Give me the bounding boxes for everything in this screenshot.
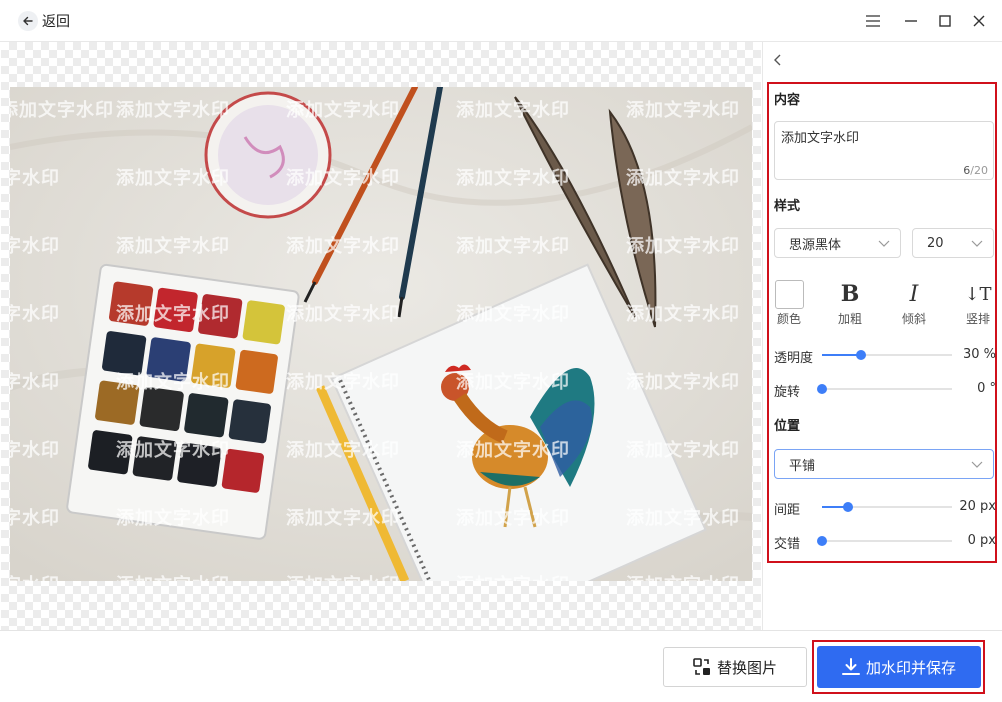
vertical-text-button[interactable]: ↓T 竖排	[958, 279, 998, 327]
opacity-label: 透明度	[774, 351, 814, 366]
bold-label: 加粗	[837, 312, 862, 326]
rotation-slider-row: 旋转 0 °	[774, 379, 996, 400]
char-counter: 6/20	[963, 164, 988, 177]
chevron-down-icon	[878, 240, 890, 247]
minimize-icon[interactable]	[901, 11, 921, 31]
italic-icon: I	[909, 281, 919, 307]
watermark-text-input[interactable]: 添加文字水印 6/20	[774, 121, 994, 180]
add-watermark-save-button[interactable]: 加水印并保存	[817, 646, 981, 688]
close-icon[interactable]	[969, 11, 989, 31]
spacing-slider[interactable]	[822, 502, 952, 512]
watermark-text-value: 添加文字水印	[781, 131, 860, 146]
stagger-label: 交错	[774, 537, 801, 552]
rotation-value: 0 °	[977, 381, 996, 396]
char-count-max: 20	[974, 164, 988, 177]
maximize-icon[interactable]	[935, 11, 955, 31]
stagger-slider-thumb[interactable]	[817, 536, 827, 546]
position-mode-value: 平铺	[789, 458, 816, 474]
italic-label: 倾斜	[901, 312, 926, 326]
font-family-select[interactable]: 思源黑体	[774, 228, 901, 258]
content-section-title: 内容	[774, 93, 801, 108]
stagger-slider[interactable]	[817, 536, 952, 546]
stagger-slider-row: 交错 0 px	[774, 531, 996, 552]
title-bar: 返回	[0, 0, 1002, 42]
color-swatch	[774, 279, 804, 309]
painting-photo	[10, 87, 752, 581]
font-family-value: 思源黑体	[789, 237, 842, 253]
spacing-value: 20 px	[959, 499, 996, 514]
chevron-left-icon[interactable]	[769, 52, 785, 68]
spacing-slider-row: 间距 20 px	[774, 497, 996, 518]
preview-canvas: 添加文字水印 添加文字水印 添加文字水印 添加文字水印 添加文字水印 添加文字水…	[1, 42, 761, 630]
download-icon	[841, 658, 860, 675]
add-watermark-save-label: 加水印并保存	[865, 658, 956, 677]
rotation-label: 旋转	[774, 385, 801, 400]
opacity-slider-row: 透明度 30 %	[774, 345, 996, 366]
menu-icon[interactable]	[863, 11, 883, 31]
font-size-select[interactable]: 20	[912, 228, 994, 258]
bold-icon: B	[840, 281, 860, 307]
back-label: 返回	[42, 14, 70, 30]
chevron-down-icon	[971, 240, 983, 247]
settings-panel: 内容 添加文字水印 6/20 样式 思源黑体 20 颜色 B 加粗 I 倾斜 ↓…	[762, 42, 1002, 630]
position-section-title: 位置	[774, 419, 801, 434]
stagger-value: 0 px	[967, 533, 996, 548]
position-mode-select[interactable]: 平铺	[774, 449, 994, 479]
opacity-slider[interactable]	[822, 350, 952, 360]
spacing-slider-thumb[interactable]	[843, 502, 853, 512]
vertical-text-label: 竖排	[965, 312, 990, 326]
style-section-title: 样式	[774, 199, 801, 214]
vertical-text-icon: ↓T	[964, 283, 992, 305]
rotation-slider-thumb[interactable]	[817, 384, 827, 394]
footer-bar: 替换图片 加水印并保存	[0, 630, 1002, 702]
color-label: 颜色	[776, 312, 801, 326]
italic-button[interactable]: I 倾斜	[894, 279, 934, 327]
chevron-down-icon	[971, 461, 983, 468]
replace-image-label: 替换图片	[716, 658, 777, 677]
opacity-slider-thumb[interactable]	[856, 350, 866, 360]
rotation-slider[interactable]	[817, 384, 952, 394]
replace-image-icon	[693, 658, 710, 675]
font-size-value: 20	[927, 235, 944, 251]
opacity-value: 30 %	[962, 347, 996, 362]
back-arrow-icon	[18, 11, 38, 31]
bold-button[interactable]: B 加粗	[830, 279, 870, 327]
replace-image-button[interactable]: 替换图片	[663, 647, 807, 687]
preview-image: 添加文字水印 添加文字水印 添加文字水印 添加文字水印 添加文字水印 添加文字水…	[10, 87, 752, 581]
spacing-label: 间距	[774, 503, 801, 518]
color-picker-button[interactable]: 颜色	[769, 279, 809, 327]
back-button[interactable]: 返回	[18, 10, 70, 32]
watermark-settings-box: 内容 添加文字水印 6/20 样式 思源黑体 20 颜色 B 加粗 I 倾斜 ↓…	[767, 82, 997, 563]
